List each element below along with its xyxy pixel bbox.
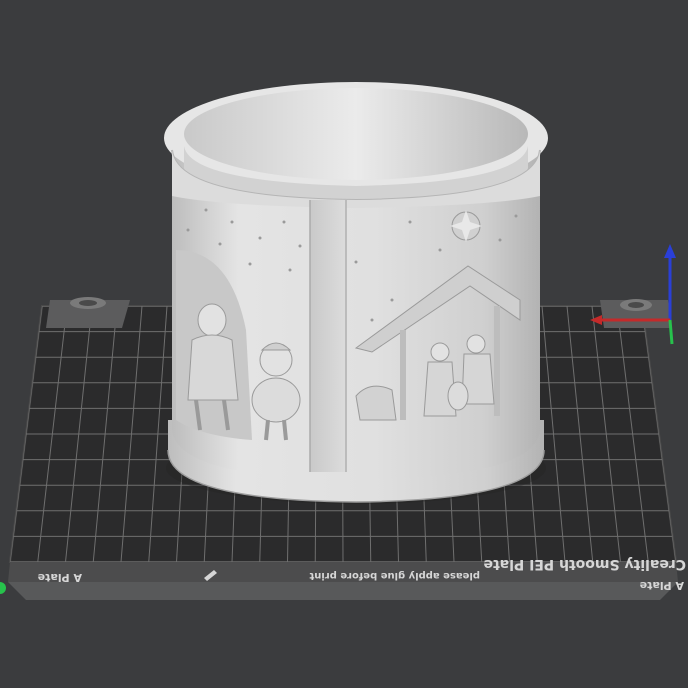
plate-front-shelf [8,582,678,600]
3d-viewport[interactable]: Creality Smooth PEI Plate please apply g… [0,0,688,688]
lantern-model[interactable] [164,82,548,504]
plate-notice-label: please apply glue before print [309,570,480,581]
panel-divider-left [310,200,346,472]
plate-clip-left [46,297,130,328]
plate-brand-label: Creality Smooth PEI Plate [484,556,686,572]
plate-clip-right [600,299,672,328]
y-axis-line [668,319,674,345]
z-axis-arrow-icon [664,244,676,258]
inner-wall-top [184,88,528,180]
plate-side-label-right: A Plate [640,579,684,592]
plate-side-label-left: A Plate [38,571,82,584]
